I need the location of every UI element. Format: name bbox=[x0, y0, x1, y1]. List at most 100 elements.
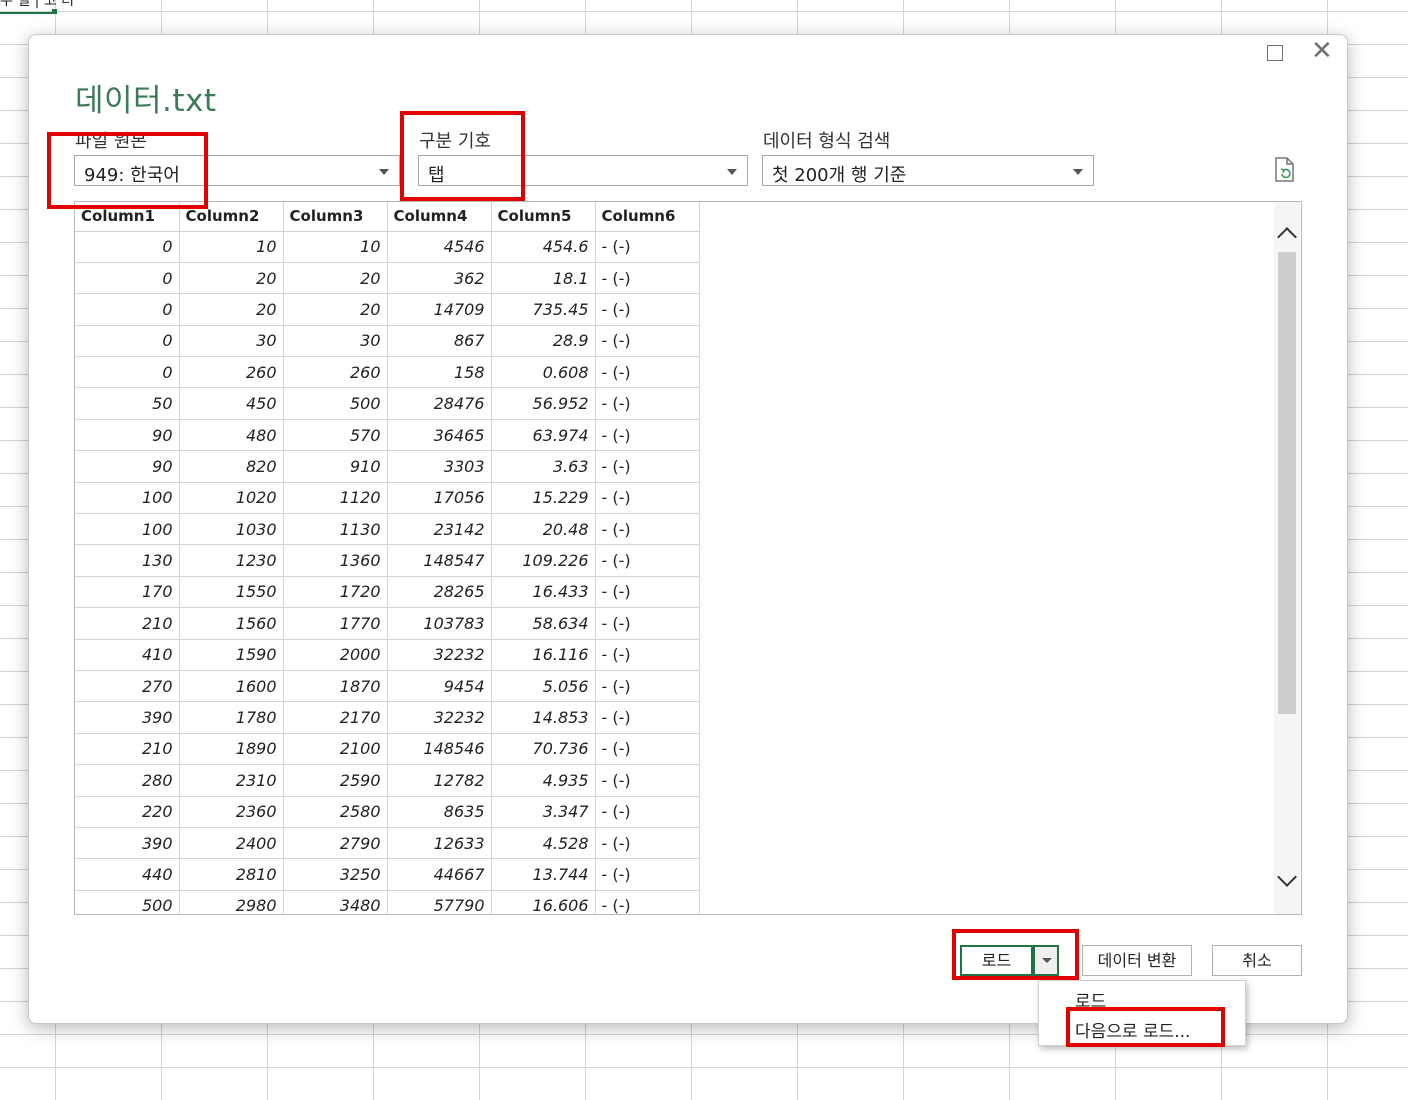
table-cell: 210 bbox=[75, 607, 180, 640]
table-cell: - (-) bbox=[595, 764, 700, 797]
table-cell: 450 bbox=[179, 387, 284, 420]
refresh-preview-icon[interactable] bbox=[1273, 157, 1297, 183]
table-cell: - (-) bbox=[595, 419, 700, 452]
table-cell: 100 bbox=[75, 513, 180, 546]
dialog-title: 데이터.txt bbox=[75, 83, 217, 119]
column-header[interactable]: Column6 bbox=[595, 202, 700, 232]
table-cell: 867 bbox=[387, 325, 492, 358]
table-row: 130 1230 1360 148547 109.226- (-) bbox=[75, 544, 700, 577]
table-body: 0 10 10 4546 454.6- (-) 0 20 20 362 18.1- (-) 0 20 2… bbox=[75, 231, 700, 914]
table-cell: 2400 bbox=[179, 827, 284, 860]
table-cell: 90 bbox=[75, 419, 180, 452]
table-cell: 148546 bbox=[387, 733, 492, 766]
table-row: 390 1780 2170 32232 14.853- (-) bbox=[75, 701, 700, 734]
table-row: 410 1590 2000 32232 16.116- (-) bbox=[75, 639, 700, 671]
table-cell: - (-) bbox=[595, 607, 700, 640]
highlight-load-to bbox=[1066, 1007, 1225, 1047]
table-cell: 2790 bbox=[283, 827, 388, 860]
table-cell: 454.6 bbox=[491, 231, 596, 263]
table-cell: 2000 bbox=[283, 639, 388, 671]
table-cell: 28265 bbox=[387, 576, 492, 609]
table-cell: 1130 bbox=[283, 513, 388, 546]
chevron-down-icon bbox=[727, 169, 737, 175]
table-cell: 20 bbox=[179, 293, 284, 326]
table-cell: 28.9 bbox=[491, 325, 596, 358]
table-cell: - (-) bbox=[595, 890, 700, 914]
table-row: 500 2980 3480 57790 16.606- (-) bbox=[75, 890, 700, 914]
table-row: 210 1890 2100 148546 70.736- (-) bbox=[75, 733, 700, 766]
table-cell: 90 bbox=[75, 450, 180, 483]
type-detection-dropdown[interactable]: 첫 200개 행 기준 bbox=[762, 155, 1094, 186]
highlight-delimiter bbox=[400, 111, 525, 201]
table-cell: 2810 bbox=[179, 858, 284, 891]
table-cell: 14709 bbox=[387, 293, 492, 326]
table-cell: - (-) bbox=[595, 733, 700, 766]
table-cell: 2310 bbox=[179, 764, 284, 797]
table-cell: 570 bbox=[283, 419, 388, 452]
table-cell: 0 bbox=[75, 262, 180, 295]
scroll-up-icon[interactable] bbox=[1277, 227, 1297, 247]
table-cell: 17056 bbox=[387, 482, 492, 515]
table-cell: - (-) bbox=[595, 639, 700, 671]
cancel-button[interactable]: 취소 bbox=[1212, 945, 1302, 976]
table-cell: 70.736 bbox=[491, 733, 596, 766]
table-cell: 9454 bbox=[387, 670, 492, 703]
table-row: 280 2310 2590 12782 4.935- (-) bbox=[75, 764, 700, 797]
table-cell: 500 bbox=[75, 890, 180, 914]
table-row: 90 480 570 36465 63.974- (-) bbox=[75, 419, 700, 452]
table-cell: 57790 bbox=[387, 890, 492, 914]
table-cell: 3250 bbox=[283, 858, 388, 891]
table-row: 390 2400 2790 12633 4.528- (-) bbox=[75, 827, 700, 860]
table-cell: - (-) bbox=[595, 450, 700, 483]
table-cell: 280 bbox=[75, 764, 180, 797]
table-row: 270 1600 1870 9454 5.056- (-) bbox=[75, 670, 700, 703]
data-preview: Column1 Column2 Column3 Column4 Column5 Colum… bbox=[74, 201, 1302, 915]
scrollbar-thumb[interactable] bbox=[1278, 252, 1296, 714]
table-row: 90 820 910 3303 3.63- (-) bbox=[75, 450, 700, 483]
table-cell: 1030 bbox=[179, 513, 284, 546]
table-cell: 20 bbox=[283, 262, 388, 295]
table-cell: 10 bbox=[179, 231, 284, 263]
transform-data-button[interactable]: 데이터 변환 bbox=[1082, 945, 1192, 976]
table-row: 220 2360 2580 8635 3.347- (-) bbox=[75, 796, 700, 828]
table-cell: 4.935 bbox=[491, 764, 596, 797]
table-cell: 30 bbox=[283, 325, 388, 358]
type-detection-label: 데이터 형식 검색 bbox=[763, 131, 891, 152]
table-cell: - (-) bbox=[595, 293, 700, 326]
table-cell: 50 bbox=[75, 387, 180, 420]
table-cell: 1870 bbox=[283, 670, 388, 703]
table-cell: 28476 bbox=[387, 387, 492, 420]
maximize-icon[interactable] bbox=[1267, 45, 1283, 61]
table-cell: 3.347 bbox=[491, 796, 596, 828]
scroll-down-icon[interactable] bbox=[1277, 867, 1297, 887]
table-cell: 4546 bbox=[387, 231, 492, 263]
column-header[interactable]: Column4 bbox=[387, 202, 492, 232]
table-cell: 8635 bbox=[387, 796, 492, 828]
table-cell: 56.952 bbox=[491, 387, 596, 420]
column-header[interactable]: Column3 bbox=[283, 202, 388, 232]
table-cell: 130 bbox=[75, 544, 180, 577]
table-cell: 170 bbox=[75, 576, 180, 609]
table-cell: 260 bbox=[283, 356, 388, 389]
highlight-file-origin bbox=[47, 132, 208, 209]
column-header[interactable]: Column5 bbox=[491, 202, 596, 232]
table-cell: - (-) bbox=[595, 387, 700, 420]
table-cell: 13.744 bbox=[491, 858, 596, 891]
table-cell: 3480 bbox=[283, 890, 388, 914]
table-cell: - (-) bbox=[595, 670, 700, 703]
table-cell: - (-) bbox=[595, 827, 700, 860]
table-cell: 3.63 bbox=[491, 450, 596, 483]
table-cell: 100 bbox=[75, 482, 180, 515]
table-cell: 2980 bbox=[179, 890, 284, 914]
table-cell: 3303 bbox=[387, 450, 492, 483]
vertical-scrollbar[interactable] bbox=[1274, 202, 1300, 914]
table-row: 0 10 10 4546 454.6- (-) bbox=[75, 231, 700, 263]
table-cell: 12633 bbox=[387, 827, 492, 860]
table-cell: 5.056 bbox=[491, 670, 596, 703]
table-cell: 32232 bbox=[387, 639, 492, 671]
table-cell: 109.226 bbox=[491, 544, 596, 577]
table-cell: 820 bbox=[179, 450, 284, 483]
table-cell: - (-) bbox=[595, 544, 700, 577]
table-cell: 735.45 bbox=[491, 293, 596, 326]
close-icon[interactable]: ✕ bbox=[1311, 38, 1333, 64]
